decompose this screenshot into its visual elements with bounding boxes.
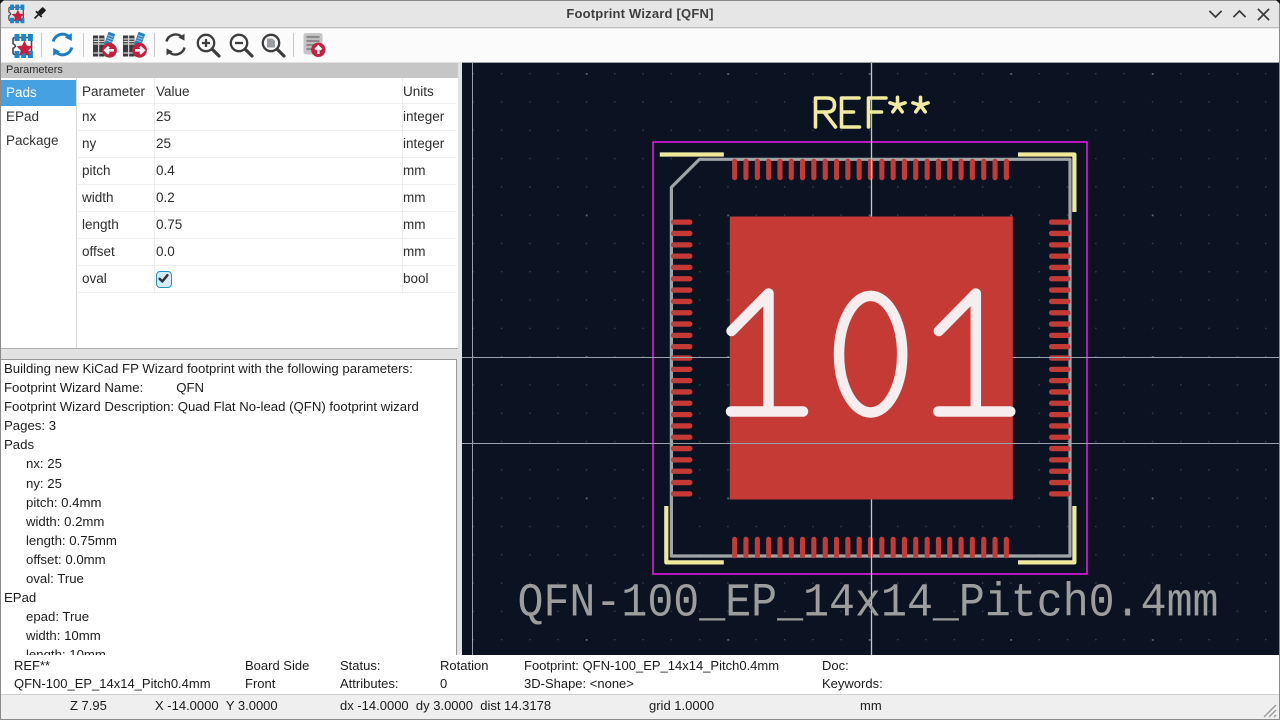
svg-text:QFN-100_EP_14x14_Pitch0.4mm: QFN-100_EP_14x14_Pitch0.4mm	[518, 578, 1219, 631]
